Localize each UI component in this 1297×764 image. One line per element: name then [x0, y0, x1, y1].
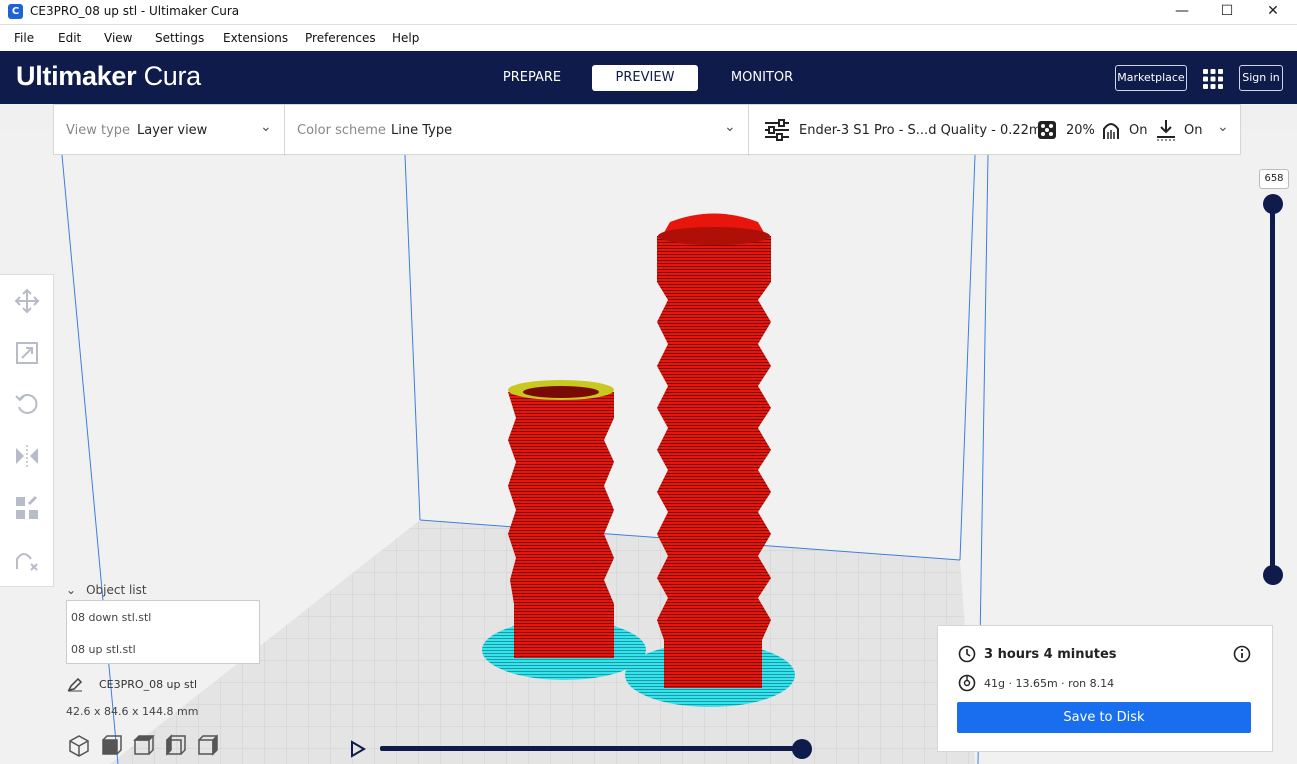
apps-grid-icon[interactable] — [1202, 68, 1224, 90]
adhesion-icon — [1157, 120, 1175, 141]
layer-playback-bar[interactable] — [346, 734, 816, 764]
top-view-icon — [133, 735, 155, 755]
close-button[interactable]: ✕ — [1250, 0, 1296, 24]
front-view-icon — [102, 735, 122, 755]
per-model-settings-icon[interactable] — [14, 495, 40, 521]
ultimaker-cura-logo: Ultimaker Cura — [16, 61, 201, 92]
view-settings-panel: View type Layer view ⌄ Color scheme Line… — [53, 104, 1241, 156]
app-header: Ultimaker Cura PREPARE PREVIEW MONITOR M… — [0, 51, 1297, 104]
menu-preferences[interactable]: Preferences — [305, 31, 376, 45]
tab-prepare[interactable]: PREPARE — [492, 65, 572, 91]
mirror-icon[interactable] — [14, 443, 40, 469]
object-list-toggle[interactable]: ⌄ Object list — [66, 583, 147, 597]
tool-strip — [0, 274, 54, 587]
support-blocker-icon[interactable] — [14, 547, 40, 573]
cura-app-icon: C — [8, 4, 23, 19]
menu-bar: File Edit View Settings Extensions Prefe… — [0, 25, 1297, 51]
camera-view-buttons — [69, 734, 218, 757]
layer-number-badge[interactable]: 658 — [1259, 169, 1289, 189]
infill-icon — [1038, 121, 1056, 139]
object-list-label: Object list — [86, 583, 147, 597]
menu-edit[interactable]: Edit — [58, 31, 81, 45]
rotate-icon[interactable] — [14, 391, 40, 417]
info-icon[interactable] — [1233, 645, 1251, 663]
save-to-disk-button[interactable]: Save to Disk — [957, 702, 1251, 733]
left-view-icon — [166, 734, 186, 756]
tab-monitor[interactable]: MONITOR — [722, 65, 802, 91]
tab-preview[interactable]: PREVIEW — [592, 65, 698, 91]
chevron-down-icon[interactable]: ⌄ — [1217, 119, 1229, 135]
menu-settings[interactable]: Settings — [155, 31, 204, 45]
material-usage: 41g · 13.65m · ron 8.14 — [984, 677, 1115, 690]
logo-light-text: Cura — [143, 61, 202, 91]
move-icon[interactable] — [14, 288, 40, 314]
list-item[interactable]: 08 up stl.stl — [71, 643, 136, 656]
path-slider-handle — [792, 739, 812, 759]
layer-slider-bottom-handle — [1263, 565, 1283, 585]
maximize-button[interactable]: ☐ — [1204, 0, 1250, 24]
divider — [748, 105, 749, 156]
print-time: 3 hours 4 minutes — [984, 647, 1117, 662]
play-icon — [351, 740, 366, 758]
chevron-down-icon[interactable]: ⌄ — [260, 119, 272, 135]
model-dimensions: 42.6 x 84.6 x 144.8 mm — [66, 705, 199, 718]
view-type-select[interactable]: Layer view — [137, 123, 207, 138]
window-title: CE3PRO_08 up stl - Ultimaker Cura — [30, 4, 240, 18]
layer-slider-top-handle — [1263, 194, 1283, 214]
color-scheme-label: Color scheme — [297, 123, 386, 138]
right-view-icon — [198, 734, 218, 756]
menu-extensions[interactable]: Extensions — [223, 31, 288, 45]
edit-pencil-icon[interactable] — [67, 678, 83, 692]
infill-value: 20% — [1066, 123, 1095, 138]
scale-icon[interactable] — [14, 340, 40, 366]
clock-icon — [958, 645, 976, 663]
chevron-down-icon: ⌄ — [66, 583, 77, 597]
chevron-down-icon[interactable]: ⌄ — [724, 119, 736, 135]
menu-view[interactable]: View — [104, 31, 132, 45]
view-type-label: View type — [66, 123, 131, 138]
object-list: 08 down stl.stl 08 up stl.stl — [66, 600, 260, 664]
layer-slider[interactable] — [1258, 192, 1288, 592]
tower-short — [508, 380, 614, 658]
color-scheme-select[interactable]: Line Type — [391, 123, 452, 138]
print-settings-icon[interactable] — [764, 119, 790, 141]
3d-view-icon — [69, 735, 89, 757]
title-bar: C CE3PRO_08 up stl - Ultimaker Cura — ☐ … — [0, 0, 1297, 25]
adhesion-value: On — [1184, 123, 1203, 138]
printer-profile-label[interactable]: Ender-3 S1 Pro - S...d Quality - 0.22mm — [799, 123, 1054, 138]
menu-help[interactable]: Help — [392, 31, 419, 45]
support-value: On — [1129, 123, 1148, 138]
menu-file[interactable]: File — [14, 31, 34, 45]
job-name[interactable]: CE3PRO_08 up stl — [99, 678, 197, 691]
tower-tall — [657, 213, 771, 688]
minimize-button[interactable]: — — [1159, 0, 1205, 24]
sign-in-button[interactable]: Sign in — [1239, 65, 1283, 91]
divider — [284, 105, 285, 156]
list-item[interactable]: 08 down stl.stl — [71, 611, 151, 624]
spool-icon — [958, 674, 976, 692]
logo-bold-text: Ultimaker — [16, 61, 137, 91]
support-icon — [1103, 123, 1119, 139]
marketplace-button[interactable]: Marketplace — [1115, 65, 1187, 91]
